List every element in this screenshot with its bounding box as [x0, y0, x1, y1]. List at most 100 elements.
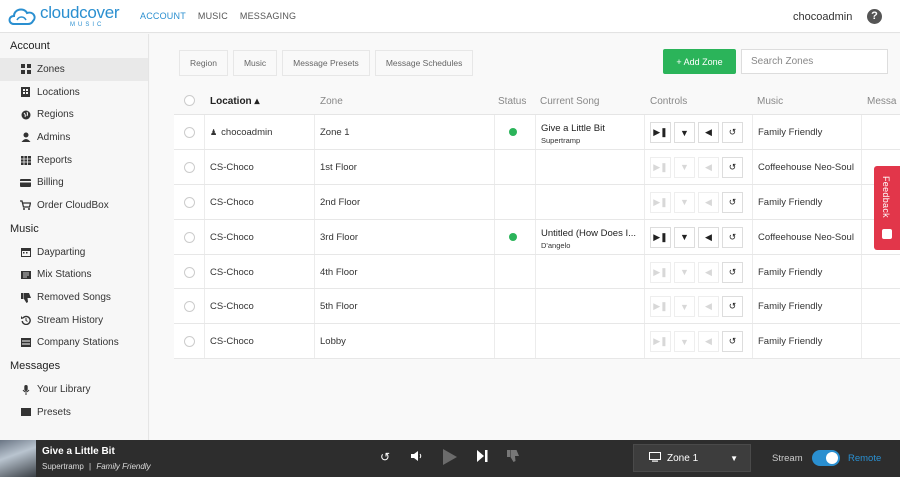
search-zones-input[interactable] — [741, 49, 888, 74]
filter-message-presets[interactable]: Message Presets — [282, 50, 370, 76]
zone-cell[interactable]: Lobby — [320, 336, 346, 347]
sidebar-item-stream-history[interactable]: Stream History — [0, 309, 148, 332]
row-select-radio[interactable] — [184, 336, 195, 348]
sidebar-item-removed-songs[interactable]: Removed Songs — [0, 286, 148, 309]
filter-region[interactable]: Region — [179, 50, 228, 76]
header-messages[interactable]: Messa — [867, 96, 896, 107]
play-icon[interactable] — [442, 448, 458, 469]
row-select-radio[interactable] — [184, 266, 195, 278]
table-header: Location ▴ Zone Status Current Song Cont… — [174, 86, 900, 115]
add-zone-button[interactable]: + Add Zone — [663, 49, 736, 74]
music-cell[interactable]: Family Friendly — [758, 127, 822, 138]
history-icon[interactable]: ↺ — [722, 122, 743, 143]
history-icon[interactable]: ↺ — [722, 331, 743, 353]
filter-music[interactable]: Music — [232, 50, 278, 76]
music-cell[interactable]: Family Friendly — [758, 197, 822, 208]
zone-cell[interactable]: 2nd Floor — [320, 197, 360, 208]
sidebar-item-presets[interactable]: Presets — [0, 401, 148, 424]
now-playing-artist: Supertramp — [42, 462, 84, 471]
history-icon[interactable]: ↺ — [722, 261, 743, 283]
now-playing-separator: | — [89, 462, 92, 471]
zone-controls: ▶❚ ▼ ◀ ↺ — [650, 156, 746, 178]
location-cell: CS-Choco — [210, 196, 254, 208]
sidebar-item-your-library[interactable]: Your Library — [0, 378, 148, 401]
song-artist: Supertramp — [541, 136, 581, 145]
thumbs-down-icon[interactable]: ▼ — [674, 226, 695, 248]
select-all-radio[interactable] — [184, 95, 195, 106]
music-cell[interactable]: Family Friendly — [758, 267, 822, 278]
history-icon[interactable]: ↺ — [722, 156, 743, 178]
row-select-radio[interactable] — [184, 161, 195, 173]
row-select-radio[interactable] — [184, 231, 195, 243]
topnav-messaging[interactable]: MESSAGING — [240, 11, 296, 21]
header-music[interactable]: Music — [757, 96, 783, 107]
sidebar-item-regions[interactable]: Regions — [0, 103, 148, 126]
history-icon[interactable]: ↺ — [722, 296, 743, 318]
user-menu[interactable]: chocoadmin — [793, 11, 852, 23]
sidebar-item-label: Presets — [37, 406, 71, 418]
location-cell: CS-Choco — [210, 301, 254, 313]
table-row[interactable]: CS-Choco 5th Floor ▶❚ ▼ ◀ ↺ Family Frien… — [174, 289, 900, 325]
skip-icon[interactable]: ▶❚ — [650, 226, 671, 248]
thumbs-down-icon[interactable]: ▼ — [674, 122, 695, 143]
table-row[interactable]: CS-Choco Lobby ▶❚ ▼ ◀ ↺ Family Friendly — [174, 324, 900, 360]
table-row[interactable]: CS-Choco 4th Floor ▶❚ ▼ ◀ ↺ Family Frien… — [174, 254, 900, 290]
header-location[interactable]: Location ▴ — [210, 96, 259, 107]
topnav-music[interactable]: MUSIC — [198, 11, 228, 21]
user-icon: ♟ — [210, 128, 218, 137]
music-cell[interactable]: Family Friendly — [758, 336, 822, 347]
sidebar-item-mix-stations[interactable]: Mix Stations — [0, 264, 148, 287]
sidebar-item-locations[interactable]: Locations — [0, 81, 148, 104]
question-circle-icon[interactable]: ? — [867, 9, 882, 24]
sidebar-item-label: Your Library — [37, 384, 91, 396]
sidebar-item-company-stations[interactable]: Company Stations — [0, 332, 148, 355]
zone-cell[interactable]: 3rd Floor — [320, 232, 358, 243]
feedback-tab[interactable]: Feedback — [874, 166, 900, 250]
thumbs-down-icon: ▼ — [674, 261, 695, 283]
zone-selector[interactable]: Zone 1 ▼ — [633, 444, 751, 472]
table-row[interactable]: CS-Choco 2nd Floor ▶❚ ▼ ◀ ↺ Family Frien… — [174, 184, 900, 220]
history-icon[interactable]: ↺ — [380, 450, 390, 464]
volume-icon[interactable]: ◀ — [698, 226, 719, 248]
zone-cell[interactable]: 1st Floor — [320, 162, 357, 173]
zone-cell[interactable]: 5th Floor — [320, 301, 358, 312]
sidebar-item-admins[interactable]: Admins — [0, 126, 148, 149]
row-select-radio[interactable] — [184, 196, 195, 208]
location-cell: CS-Choco — [210, 336, 254, 348]
sidebar-item-order-cloudbox[interactable]: Order CloudBox — [0, 194, 148, 217]
volume-icon: ◀ — [698, 191, 719, 213]
location-cell: CS-Choco — [210, 266, 254, 278]
user-icon — [20, 132, 31, 143]
sidebar-item-dayparting[interactable]: Dayparting — [0, 241, 148, 264]
zone-controls: ▶❚ ▼ ◀ ↺ — [650, 226, 746, 248]
table-row[interactable]: ♟ chocoadmin Zone 1 Give a Little Bit Sup… — [174, 115, 900, 150]
stream-remote-toggle[interactable] — [812, 450, 840, 466]
zone-cell[interactable]: Zone 1 — [320, 127, 350, 138]
row-select-radio[interactable] — [184, 127, 195, 138]
history-icon[interactable]: ↺ — [722, 226, 743, 248]
volume-icon[interactable]: ◀ — [698, 122, 719, 143]
sidebar-item-zones[interactable]: Zones — [0, 58, 148, 81]
zone-cell[interactable]: 4th Floor — [320, 267, 358, 278]
skip-icon[interactable] — [477, 450, 488, 465]
table-row[interactable]: CS-Choco 1st Floor ▶❚ ▼ ◀ ↺ Coffeehouse … — [174, 149, 900, 185]
music-cell[interactable]: Family Friendly — [758, 301, 822, 312]
music-cell[interactable]: Coffeehouse Neo-Soul — [758, 162, 854, 173]
zone-controls: ▶❚ ▼ ◀ ↺ — [650, 331, 746, 353]
brand-logo[interactable]: cloudcover MUSIC — [6, 1, 124, 31]
sidebar-item-label: Removed Songs — [37, 292, 111, 304]
thumbs-down-icon — [20, 292, 31, 303]
music-cell[interactable]: Coffeehouse Neo-Soul — [758, 232, 854, 243]
history-icon[interactable]: ↺ — [722, 191, 743, 213]
header-zone[interactable]: Zone — [320, 96, 343, 107]
volume-icon[interactable] — [411, 450, 423, 465]
row-select-radio[interactable] — [184, 301, 195, 313]
sidebar-item-billing[interactable]: Billing — [0, 171, 148, 194]
thumbs-down-icon[interactable] — [507, 450, 519, 465]
topnav-account[interactable]: ACCOUNT — [140, 11, 186, 21]
sidebar-item-reports[interactable]: Reports — [0, 149, 148, 172]
volume-icon: ◀ — [698, 296, 719, 318]
skip-icon[interactable]: ▶❚ — [650, 122, 671, 143]
filter-message-schedules[interactable]: Message Schedules — [374, 50, 474, 76]
table-row[interactable]: CS-Choco 3rd Floor Untitled (How Does I.… — [174, 219, 900, 255]
